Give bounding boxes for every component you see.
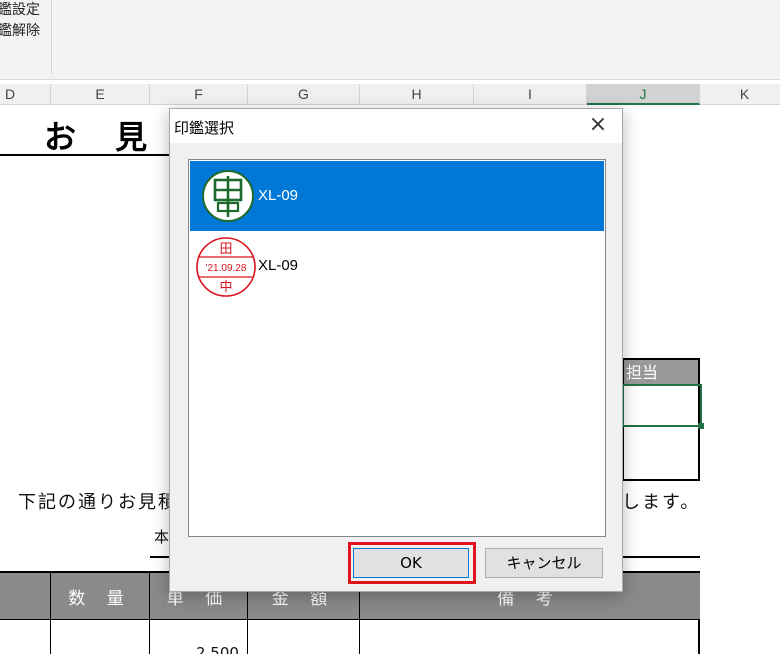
seal-bottom-char: 中: [219, 280, 232, 295]
unit-price-value: 2,500: [196, 644, 239, 654]
column-header-j[interactable]: J: [587, 84, 700, 105]
body-text-right: します。: [622, 492, 701, 513]
column-header-d[interactable]: D: [0, 84, 51, 105]
excel-window: 鑑設定 鑑解除 D E F G H I J K お 見 担当 下記の通りお見積 …: [0, 0, 780, 654]
column-header-h[interactable]: H: [360, 84, 474, 105]
dated-seal-icon: 田 '21.09.28 中: [196, 237, 256, 297]
table-header-blank: [0, 573, 51, 621]
ok-button-highlight: [348, 542, 476, 584]
ribbon-remove-seal-command[interactable]: 鑑解除: [0, 22, 40, 40]
seal-list-item-label: XL-09: [258, 187, 299, 204]
title-underline: [0, 154, 170, 156]
stamp-box: 担当: [622, 358, 704, 481]
column-header-k[interactable]: K: [700, 84, 780, 105]
seal-listbox[interactable]: XL-09 田 '21.09.28 中 XL-09: [188, 159, 606, 537]
dialog-titlebar: 印鑑選択 ×: [170, 109, 622, 143]
table-cell[interactable]: [248, 620, 360, 654]
body-text-left: 下記の通りお見積: [18, 492, 178, 513]
active-cell[interactable]: [622, 384, 704, 429]
column-header-e[interactable]: E: [51, 84, 150, 105]
honorific-text: 本: [154, 528, 170, 546]
ribbon-border: [0, 79, 780, 80]
column-header-f[interactable]: F: [150, 84, 248, 105]
seal-top-char: 田: [219, 242, 232, 257]
fill-handle[interactable]: [698, 423, 704, 429]
dialog-title: 印鑑選択: [174, 119, 235, 137]
green-seal-icon: [202, 170, 254, 222]
ribbon: 鑑設定 鑑解除: [0, 0, 780, 80]
seal-list-item-red[interactable]: 田 '21.09.28 中 XL-09: [190, 231, 604, 301]
seal-date: '21.09.28: [206, 263, 247, 274]
sheet-title: お 見: [44, 118, 162, 156]
cancel-button[interactable]: キャンセル: [485, 548, 603, 578]
close-icon[interactable]: ×: [584, 111, 612, 139]
ribbon-separator: [51, 0, 52, 74]
ribbon-set-seal-command[interactable]: 鑑設定: [0, 1, 40, 19]
seal-list-item-label: XL-09: [258, 257, 299, 274]
column-header-g[interactable]: G: [248, 84, 360, 105]
table-cell[interactable]: [0, 620, 51, 654]
seal-list-item-green[interactable]: XL-09: [190, 161, 604, 231]
table-header-quantity: 数 量: [51, 573, 150, 621]
stamp-box-header: 担当: [624, 360, 698, 385]
table-cell[interactable]: [51, 620, 150, 654]
column-header-i[interactable]: I: [474, 84, 587, 105]
column-header-row: D E F G H I J K: [0, 84, 780, 105]
seal-select-dialog: 印鑑選択 × XL-09 田 '21.09.28 中 XL-09 OK キャンセ…: [169, 108, 623, 592]
honorific-underline-right: [622, 556, 700, 558]
table-row: [0, 620, 700, 654]
